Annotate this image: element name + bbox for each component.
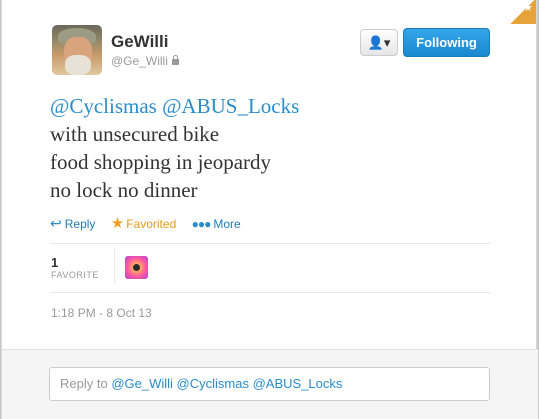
reply-mention: @ABUS_Locks — [252, 376, 343, 391]
tweet-line: no lock no dinner — [50, 178, 198, 202]
stat-separator — [114, 249, 115, 284]
avatar[interactable] — [52, 25, 102, 75]
more-label: More — [213, 217, 241, 231]
reply-prefix: Reply to — [60, 376, 108, 391]
handle-text: @Ge_Willi — [111, 54, 168, 68]
favorite-count-label: FAVORITE — [51, 270, 99, 280]
reply-input[interactable]: Reply to @Ge_Willi @Cyclismas @ABUS_Lock… — [49, 367, 490, 401]
star-icon: ★ — [523, 2, 533, 14]
tweet-timestamp[interactable]: 1:18 PM - 8 Oct 13 — [51, 306, 152, 320]
tweet-line: food shopping in jeopardy — [50, 150, 272, 174]
avatar-beard — [65, 55, 91, 75]
mention-link[interactable]: @Cyclismas — [50, 94, 157, 118]
user-handle[interactable]: @Ge_Willi — [111, 54, 179, 68]
star-icon: ★ — [110, 215, 125, 232]
tweet-line: with unsecured bike — [50, 122, 220, 146]
reply-arrow-icon: ↩ — [50, 215, 62, 231]
person-dropdown-icon: 👤▾ — [367, 35, 391, 50]
more-action[interactable]: ●●● More — [192, 217, 241, 231]
favorite-count[interactable]: 1 — [51, 255, 58, 270]
following-button[interactable]: Following — [403, 28, 490, 57]
reply-mention: @Cyclismas — [176, 376, 249, 391]
reply-label: Reply — [64, 217, 96, 231]
more-dots-icon: ●●● — [191, 217, 212, 231]
divider — [50, 292, 491, 293]
mention-link[interactable]: @ABUS_Locks — [162, 94, 299, 118]
display-name[interactable]: GeWilli — [111, 32, 168, 52]
lock-icon — [171, 55, 179, 65]
favorited-label: Favorited — [126, 217, 177, 231]
divider — [50, 243, 491, 244]
user-actions-button[interactable]: 👤▾ — [360, 29, 398, 56]
favorite-action[interactable]: ★ Favorited — [111, 214, 176, 232]
reply-mention: @Ge_Willi — [111, 376, 173, 391]
tweet-text: @Cyclismas @ABUS_Locks with unsecured bi… — [50, 92, 490, 204]
favoriter-avatar[interactable] — [125, 256, 148, 279]
reply-area: Reply to @Ge_Willi @Cyclismas @ABUS_Lock… — [2, 349, 538, 419]
reply-action[interactable]: ↩ Reply — [50, 215, 95, 232]
tweet-actions: ↩ Reply ★ Favorited ●●● More — [50, 214, 253, 232]
tweet-card: ★ GeWilli @Ge_Willi 👤▾ Following @Cyclis… — [1, 0, 538, 419]
